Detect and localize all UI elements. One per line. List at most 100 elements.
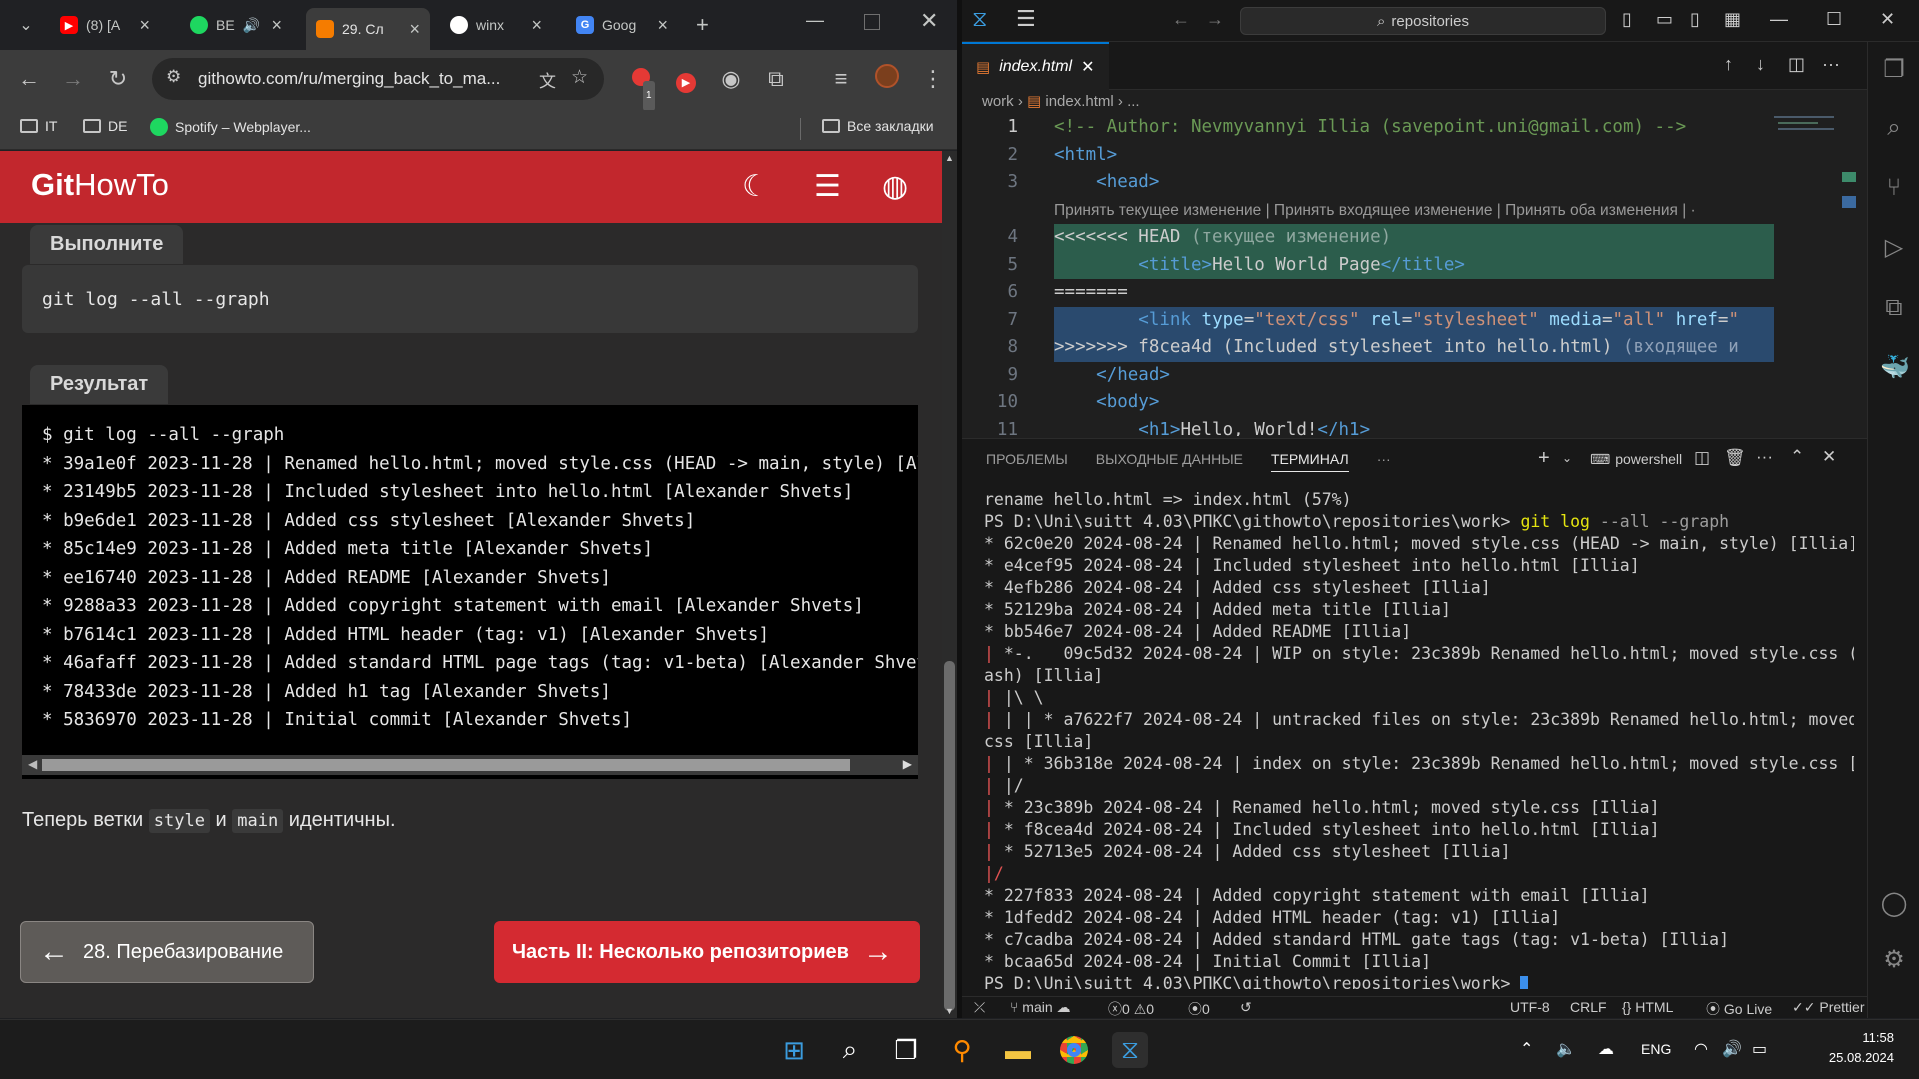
youtube-extension-icon[interactable]: ▶ <box>671 64 701 94</box>
scroll-up-icon[interactable]: ▲ <box>945 153 954 163</box>
star-icon[interactable]: ☆ <box>571 66 588 89</box>
remote-icon[interactable]: ⤫ <box>974 999 985 1016</box>
puzzle-icon[interactable]: ⧉ <box>761 64 791 94</box>
extension-icon[interactable]: 1 <box>626 64 656 111</box>
eol-indicator[interactable]: CRLF <box>1570 999 1607 1015</box>
problems-indicator[interactable]: ⓧ0 ⚠0 <box>1108 999 1154 1018</box>
breadcrumb-item[interactable]: ... <box>1127 93 1140 110</box>
hamburger-menu-icon[interactable]: ☰ <box>814 169 841 204</box>
horizontal-scrollbar[interactable]: ◀ ▶ <box>22 755 918 775</box>
next-chapter-button[interactable]: Часть II: Несколько репозиториев → <box>494 921 920 983</box>
chevron-down-icon[interactable]: ⌄ <box>1562 451 1572 465</box>
chevron-up-icon[interactable]: ⌃ <box>1520 1039 1533 1059</box>
globe-icon[interactable]: ◍ <box>882 169 908 204</box>
magnifier-app-icon[interactable]: ⚲ <box>944 1032 980 1068</box>
encoding-indicator[interactable]: UTF-8 <box>1510 999 1550 1015</box>
maximize-panel-icon[interactable]: ⌃ <box>1790 447 1804 467</box>
command-center-search[interactable]: ⌕ repositories <box>1240 7 1606 35</box>
menu-icon[interactable]: ☰ <box>1016 6 1036 32</box>
close-icon[interactable]: × <box>139 15 150 36</box>
ports-indicator[interactable]: ⦿0 <box>1188 999 1210 1018</box>
run-debug-icon[interactable]: ▷ <box>1880 234 1908 262</box>
wifi-icon[interactable]: ◠ <box>1694 1039 1708 1059</box>
close-icon[interactable]: × <box>531 15 542 36</box>
tab-index-html[interactable]: ▤ index.html ✕ <box>962 42 1109 90</box>
explorer-icon[interactable]: ❐ <box>1880 56 1908 84</box>
search-icon[interactable]: ⌕ <box>832 1032 868 1068</box>
address-bar[interactable]: ⚙ githowto.com/ru/merging_back_to_ma... … <box>152 58 604 100</box>
vscode-taskbar-icon[interactable]: ⧖ <box>1112 1032 1148 1068</box>
code-editor[interactable]: 1 <!-- Author: Nevmyvannyi Illia (savepo… <box>962 114 1867 436</box>
dark-mode-icon[interactable]: ☾ <box>742 169 769 204</box>
new-tab-button[interactable]: + <box>686 8 722 42</box>
close-icon[interactable]: × <box>271 15 282 36</box>
breadcrumb-item[interactable]: work <box>982 93 1014 110</box>
close-icon[interactable]: ✕ <box>1081 57 1094 77</box>
terminal-shell-selector[interactable]: ⌨ powershell <box>1590 451 1682 468</box>
arrow-up-icon[interactable]: ↑ <box>1724 54 1733 75</box>
trash-icon[interactable]: 🗑 <box>1724 448 1746 468</box>
split-editor-icon[interactable]: ◫ <box>1788 54 1805 75</box>
chrome-icon[interactable] <box>1056 1032 1092 1068</box>
media-control-icon[interactable]: ≡ <box>826 64 856 94</box>
tab-search-button[interactable]: ⌄ <box>6 8 46 42</box>
minimap[interactable] <box>1774 114 1854 174</box>
all-bookmarks[interactable]: Все закладки <box>822 118 934 134</box>
close-window-button[interactable]: ✕ <box>1880 9 1895 30</box>
avatar[interactable] <box>872 64 902 96</box>
start-icon[interactable]: ⊞ <box>776 1032 812 1068</box>
volume-icon[interactable]: 🔊 <box>1722 1039 1742 1059</box>
prettier-indicator[interactable]: ✓✓ Prettier <box>1792 999 1864 1016</box>
check-circle-icon[interactable]: ◉ <box>716 64 746 94</box>
maximize-button[interactable]: ☐ <box>1826 9 1842 30</box>
search-icon[interactable]: ⌕ <box>1880 114 1908 142</box>
forward-icon[interactable]: → <box>1206 9 1224 30</box>
tab-githowto[interactable]: 29. Сл × <box>306 8 430 50</box>
terminal-output[interactable]: rename hello.html => index.html (57%) PS … <box>984 489 1854 989</box>
language-indicator[interactable]: {} HTML <box>1622 999 1673 1015</box>
close-panel-icon[interactable]: ✕ <box>1822 447 1836 467</box>
history-icon[interactable]: ↺ <box>1240 999 1252 1016</box>
account-icon[interactable]: ◯ <box>1880 890 1908 918</box>
scroll-right-icon[interactable]: ▶ <box>903 757 912 771</box>
task-view-icon[interactable]: ❐ <box>888 1032 924 1068</box>
more-actions-icon[interactable]: ··· <box>1822 54 1840 75</box>
tab-github[interactable]: winx × <box>440 8 552 42</box>
docker-icon[interactable]: 🐳 <box>1880 354 1910 382</box>
vertical-scrollbar[interactable]: ▲ ▼ <box>942 151 957 1018</box>
split-terminal-icon[interactable]: ◫ <box>1694 448 1710 468</box>
translate-icon[interactable]: 文 <box>539 67 556 92</box>
clock[interactable]: 11:58 25.08.2024 <box>1828 1028 1894 1068</box>
reload-icon[interactable]: ↻ <box>103 64 133 94</box>
scrollbar-thumb[interactable] <box>944 661 955 1011</box>
breadcrumb-item[interactable]: index.html <box>1045 93 1113 110</box>
go-live-button[interactable]: ⦿ Go Live <box>1706 999 1772 1018</box>
site-info-icon[interactable]: ⚙ <box>166 67 181 87</box>
file-explorer-icon[interactable]: ▬ <box>1000 1032 1036 1068</box>
cloud-icon[interactable]: ☁ <box>1598 1039 1614 1059</box>
more-actions-icon[interactable]: ··· <box>1756 447 1773 467</box>
tab-google-translate[interactable]: G Goog × <box>566 8 678 42</box>
scroll-down-icon[interactable]: ▼ <box>945 1006 954 1016</box>
arrow-down-icon[interactable]: ↓ <box>1756 54 1765 75</box>
scroll-left-icon[interactable]: ◀ <box>28 757 37 771</box>
minimize-button[interactable]: — <box>1770 9 1788 30</box>
menu-icon[interactable]: ⋮ <box>918 64 948 94</box>
bookmark-spotify[interactable]: Spotify – Webplayer... <box>150 118 311 136</box>
back-icon[interactable]: ← <box>14 64 44 94</box>
tab-problems[interactable]: ПРОБЛЕМЫ <box>986 451 1068 472</box>
toggle-secondary-sidebar-icon[interactable]: ▯ <box>1690 9 1700 30</box>
scrollbar-thumb[interactable] <box>42 759 850 771</box>
tab-terminal[interactable]: ТЕРМИНАЛ <box>1270 451 1349 472</box>
tab-output[interactable]: ВЫХОДНЫЕ ДАННЫЕ <box>1096 451 1243 472</box>
gear-icon[interactable]: ⚙ <box>1880 946 1908 974</box>
merge-codelens[interactable]: Принять текущее изменение | Принять вход… <box>1054 197 1696 225</box>
speaker-icon[interactable]: 🔈 <box>1556 1039 1576 1059</box>
toggle-panel-icon[interactable]: ▭ <box>1656 9 1673 30</box>
close-icon[interactable]: × <box>409 19 420 40</box>
extensions-icon[interactable]: ⧉ <box>1880 294 1908 322</box>
close-window-button[interactable]: ✕ <box>920 8 938 34</box>
site-logo[interactable]: GitHowTo <box>31 167 169 203</box>
tab-spotify[interactable]: BE 🔊 × <box>180 8 292 42</box>
tab-more[interactable]: ··· <box>1377 451 1391 472</box>
